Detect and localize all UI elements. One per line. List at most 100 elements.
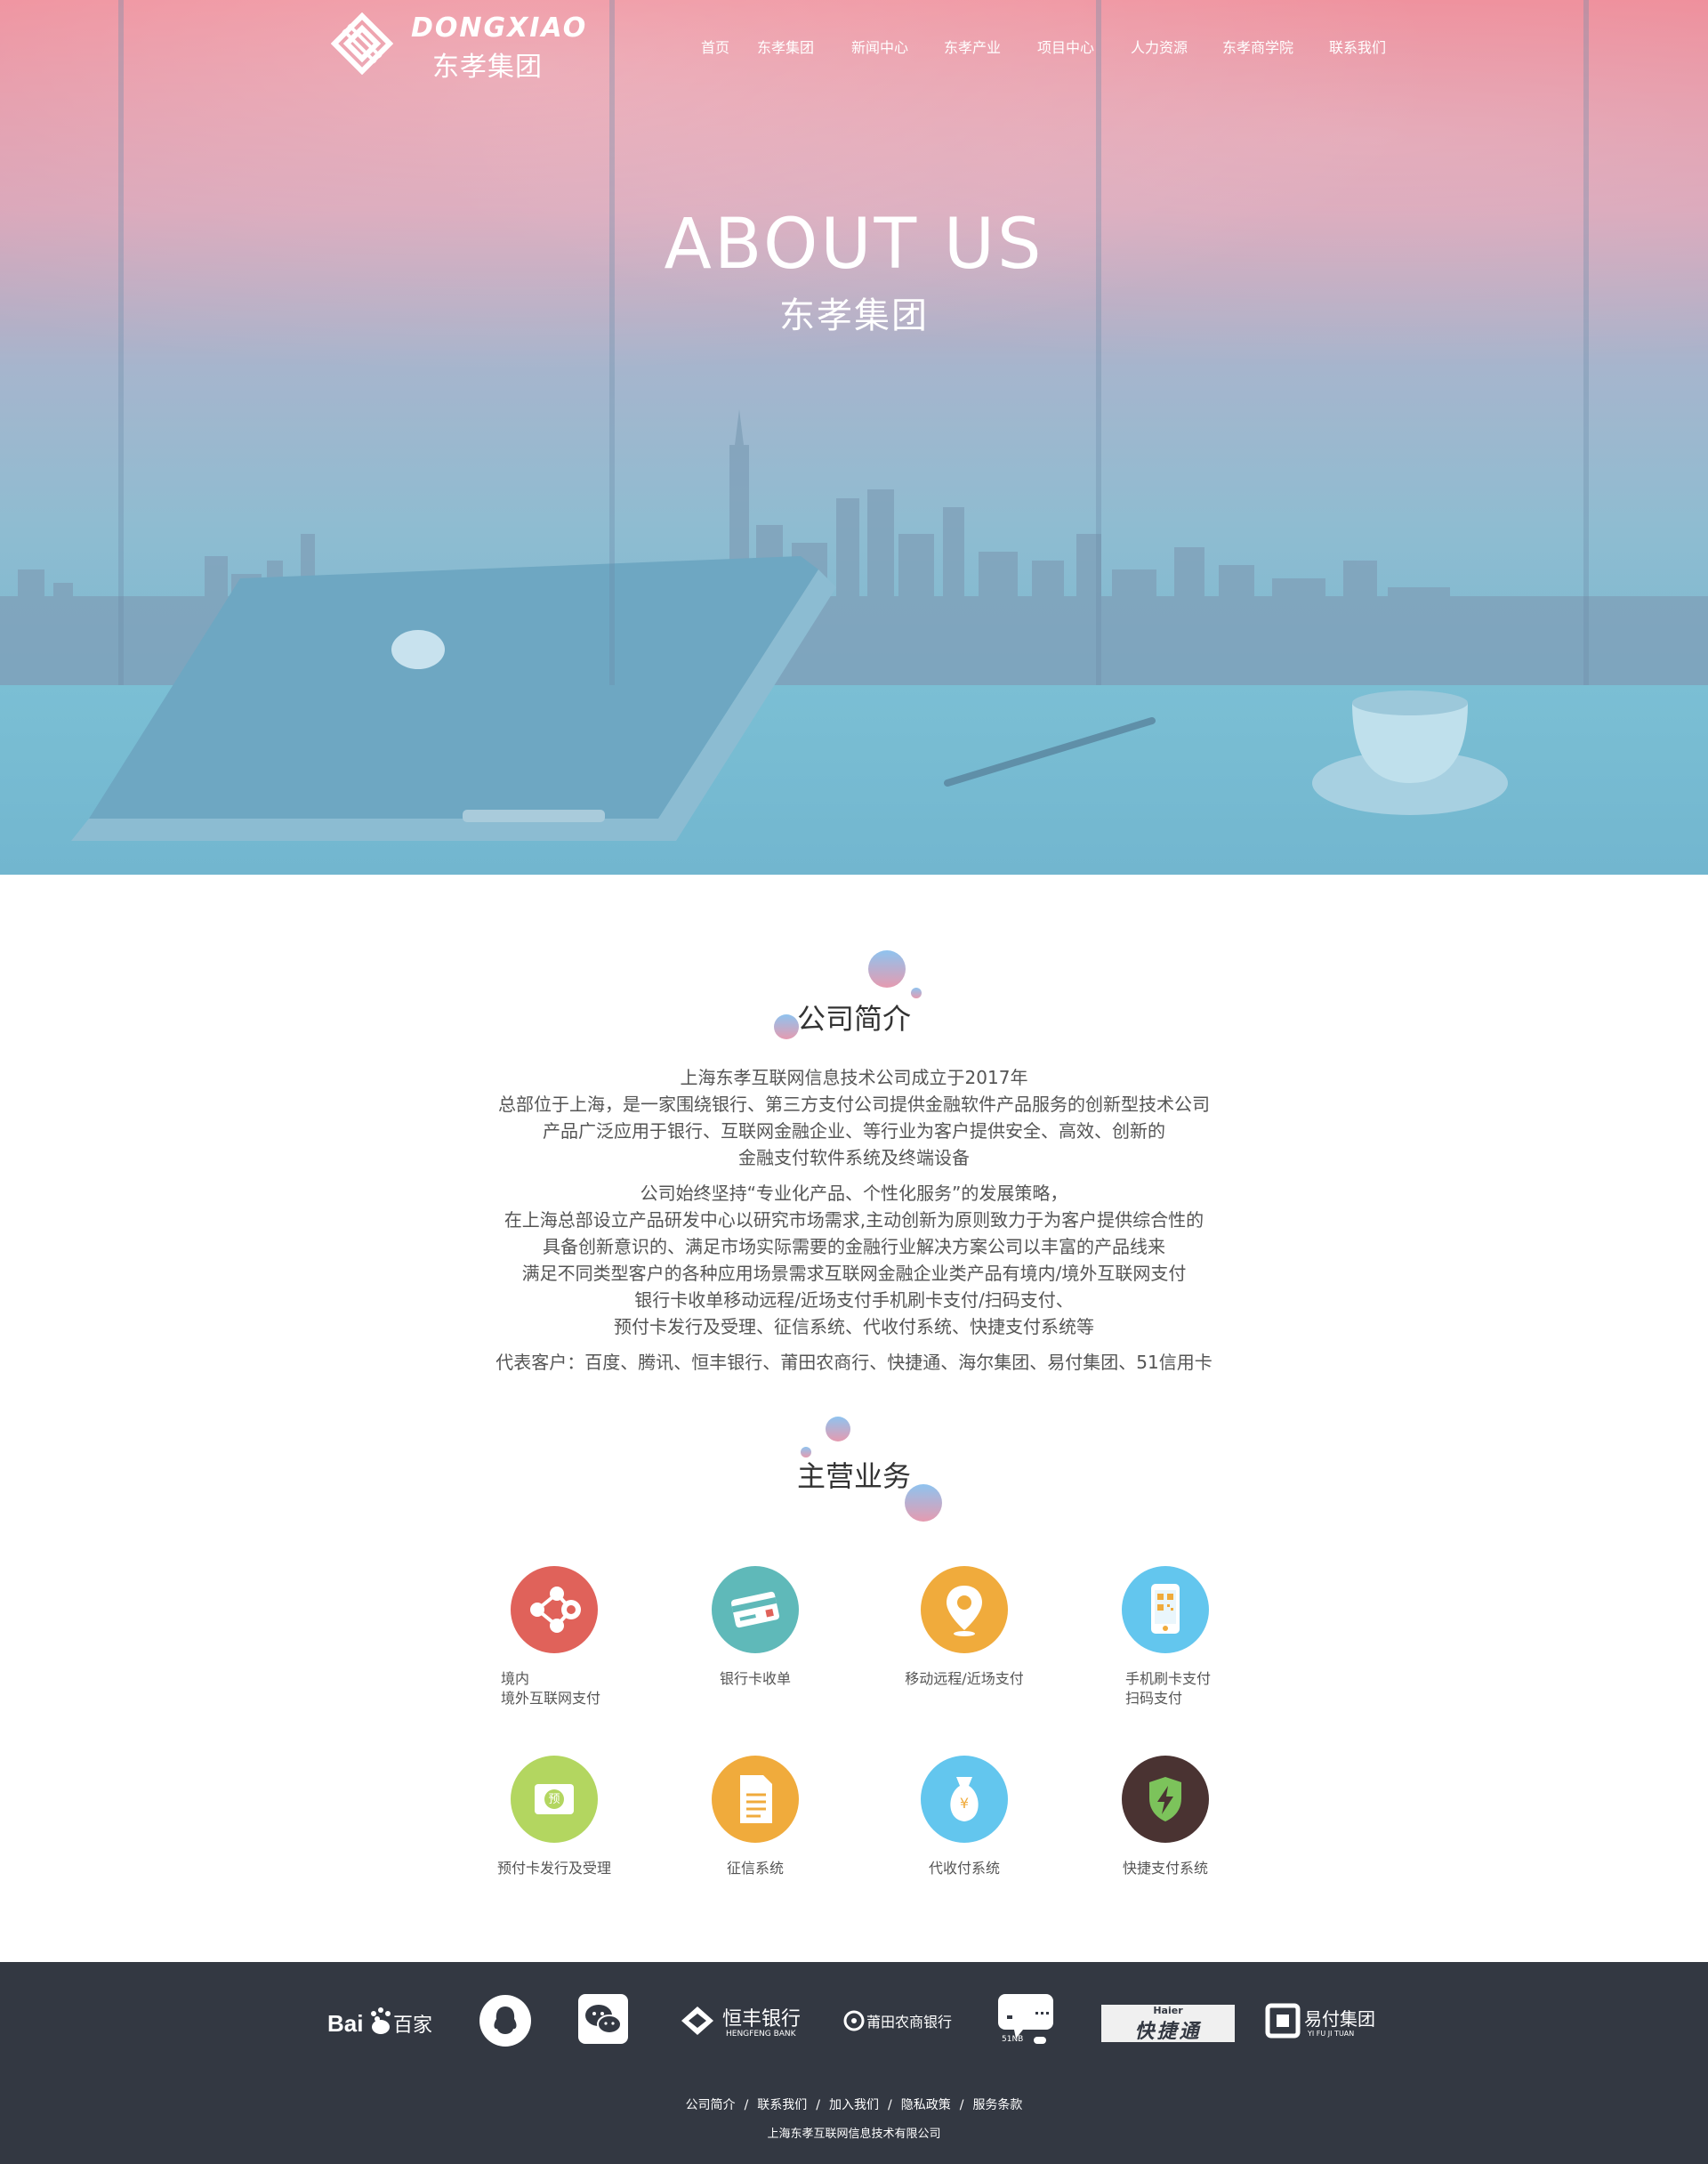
footer-link-about[interactable]: 公司简介 (686, 2098, 736, 2112)
intro-title: 公司简介 (796, 1002, 911, 1036)
partner-sub: HENGFENG BANK (726, 2030, 796, 2039)
footer-separator: / (959, 2098, 964, 2112)
partner-name: 易付集团 (1304, 2008, 1375, 2030)
hero-subtitle: 东孝集团 (779, 295, 929, 336)
service-prepaid-card[interactable]: 预 预付卡发行及受理 (447, 1756, 661, 1878)
nav-item-home[interactable]: 首页 (701, 36, 729, 57)
nav-item-academy[interactable]: 东孝商学院 (1222, 36, 1293, 57)
partner-yifu[interactable]: 易付集团 YI FU JI TUAN (1265, 1994, 1377, 2047)
nav-item-news[interactable]: 新闻中心 (851, 36, 908, 57)
partner-kuaijietong[interactable]: Haier 快捷通 (1101, 1994, 1235, 2047)
location-pin-icon (921, 1566, 1008, 1653)
money-bag-icon: ¥ (921, 1756, 1008, 1843)
service-label: 移动远程/近场支付 (905, 1670, 1024, 1687)
service-label: 快捷支付系统 (1122, 1860, 1208, 1877)
pen-image (944, 717, 1156, 787)
footer-link-terms[interactable]: 服务条款 (972, 2098, 1022, 2112)
intro-paragraph-1: 上海东孝互联网信息技术公司成立于2017年 总部位于上海，是一家围绕银行、第三方… (409, 1064, 1299, 1171)
decorative-bubble (826, 1417, 850, 1441)
footer-link-join[interactable]: 加入我们 (829, 2098, 879, 2112)
service-mobile-payment[interactable]: 移动远程/近场支付 (858, 1566, 1071, 1689)
window-frame (609, 0, 615, 685)
putian-bank-logo-icon (843, 2010, 865, 2031)
prepaid-card-icon: 预 (511, 1756, 598, 1843)
service-label: 手机刷卡支付 扫码支付 (1059, 1669, 1272, 1708)
service-mobile-card-qr[interactable]: 手机刷卡支付 扫码支付 (1059, 1566, 1272, 1708)
partner-name: 快捷通 (1134, 2021, 1202, 2043)
service-label: 征信系统 (726, 1860, 784, 1877)
partner-sub: 51NB (1002, 2035, 1024, 2044)
partner-qq[interactable] (479, 1994, 532, 2047)
shield-bolt-icon (1122, 1756, 1209, 1843)
share-network-icon (511, 1566, 598, 1653)
service-label: 境内 境外互联网支付 (447, 1669, 661, 1708)
document-icon (712, 1756, 799, 1843)
nav-item-hr[interactable]: 人力资源 (1131, 36, 1188, 57)
service-collection-payment[interactable]: ¥ 代收付系统 (858, 1756, 1071, 1878)
service-label: 代收付系统 (928, 1860, 1000, 1877)
service-label-line: 手机刷卡支付 (1125, 1670, 1212, 1687)
credit-card-icon (712, 1566, 799, 1653)
intro-line: 上海东孝互联网信息技术公司成立于2017年 (680, 1067, 1028, 1088)
qq-logo-icon (479, 1995, 531, 2047)
intro-clients: 代表客户：百度、腾讯、恒丰银行、莆田农商行、快捷通、海尔集团、易付集团、51信用… (495, 1352, 1213, 1373)
brand-name-cn: 东孝集团 (432, 52, 543, 83)
service-quick-payment[interactable]: 快捷支付系统 (1059, 1756, 1272, 1878)
partner-wechat[interactable] (578, 1994, 628, 2047)
partner-hengfeng-bank[interactable]: 恒丰银行 HENGFENG BANK (680, 1994, 801, 2047)
service-label: 银行卡收单 (719, 1670, 791, 1687)
svg-text:Bai: Bai (327, 2010, 363, 2037)
nav-item-group[interactable]: 东孝集团 (757, 36, 814, 57)
svg-text:百家: 百家 (393, 2015, 432, 2037)
footer-links: 公司简介 / 联系我们 / 加入我们 / 隐私政策 / 服务条款 (0, 2095, 1708, 2113)
baidu-logo-icon: Bai 百家 (327, 2007, 432, 2037)
prepaid-glyph: 预 (548, 1793, 560, 1806)
intro-line: 金融支付软件系统及终端设备 (738, 1147, 970, 1168)
footer-separator: / (888, 2098, 892, 2112)
window-frame (1583, 0, 1589, 685)
intro-line: 总部位于上海，是一家围绕银行、第三方支付公司提供金融软件产品服务的创新型技术公司 (498, 1094, 1210, 1115)
service-label-line: 境内 (501, 1670, 530, 1687)
intro-line: 公司始终坚持“专业化产品、个性化服务”的发展策略， (640, 1183, 1068, 1204)
partner-51nb[interactable]: 51NB (996, 1994, 1055, 2047)
footer-separator: / (816, 2098, 820, 2112)
footer-separator: / (744, 2098, 749, 2112)
hero-title: ABOUT US (664, 205, 1044, 285)
brand-name-en: DONGXIAO (411, 12, 588, 44)
nav-item-projects[interactable]: 项目中心 (1037, 36, 1094, 57)
partner-sub: YI FU JI TUAN (1308, 2030, 1355, 2038)
intro-line: 具备创新意识的、满足市场实际需要的金融行业解决方案公司以丰富的产品线来 (543, 1236, 1165, 1257)
intro-line: 在上海总部设立产品研发中心以研究市场需求,主动创新为原则致力于为客户提供综合性的 (504, 1209, 1204, 1231)
footer: Bai 百家 恒丰银行 HENGFENG BANK 莆田农商银行 51NB Ha… (0, 1962, 1708, 2164)
yifu-logo-icon (1265, 2003, 1301, 2039)
partner-name: 莆田农商银行 (866, 2014, 953, 2031)
coffee-cup-image (1312, 690, 1508, 815)
hengfeng-bank-logo-icon (681, 2007, 713, 2035)
brand-logo[interactable]: DONGXIAO 东孝集团 (331, 11, 585, 83)
service-label-line: 境外互联网支付 (501, 1690, 601, 1707)
money-glyph: ¥ (959, 1795, 970, 1812)
partner-name: 恒丰银行 (722, 2008, 802, 2031)
laptop-image (71, 556, 836, 841)
service-label-line: 扫码支付 (1125, 1690, 1183, 1707)
logo-diamond-icon (331, 12, 393, 75)
service-card-acquiring[interactable]: 银行卡收单 (649, 1566, 862, 1689)
partner-putian-bank[interactable]: 莆田农商银行 (843, 1994, 961, 2047)
copyright: 上海东孝互联网信息技术有限公司 (767, 2128, 941, 2141)
intro-line: 满足不同类型客户的各种应用场景需求互联网金融企业类产品有境内/境外互联网支付 (521, 1263, 1187, 1284)
mobile-qr-icon (1122, 1566, 1209, 1653)
services-title: 主营业务 (796, 1459, 911, 1493)
nav-item-industry[interactable]: 东孝产业 (944, 36, 1001, 57)
window-frame (118, 0, 124, 685)
service-domestic-payment[interactable]: 境内 境外互联网支付 (447, 1566, 661, 1708)
wechat-logo-icon (578, 1994, 628, 2044)
partner-baidu[interactable]: Bai 百家 (326, 1994, 441, 2047)
window-frame (1096, 0, 1101, 685)
intro-line: 银行卡收单移动远程/近场支付手机刷卡支付/扫码支付、 (634, 1289, 1074, 1311)
service-credit-system[interactable]: 征信系统 (649, 1756, 862, 1878)
intro-paragraph-2: 公司始终坚持“专业化产品、个性化服务”的发展策略， 在上海总部设立产品研发中心以… (409, 1180, 1299, 1340)
footer-link-contact[interactable]: 联系我们 (757, 2098, 807, 2112)
decorative-bubble (868, 950, 906, 988)
nav-item-contact[interactable]: 联系我们 (1329, 36, 1386, 57)
footer-link-privacy[interactable]: 隐私政策 (901, 2098, 951, 2112)
